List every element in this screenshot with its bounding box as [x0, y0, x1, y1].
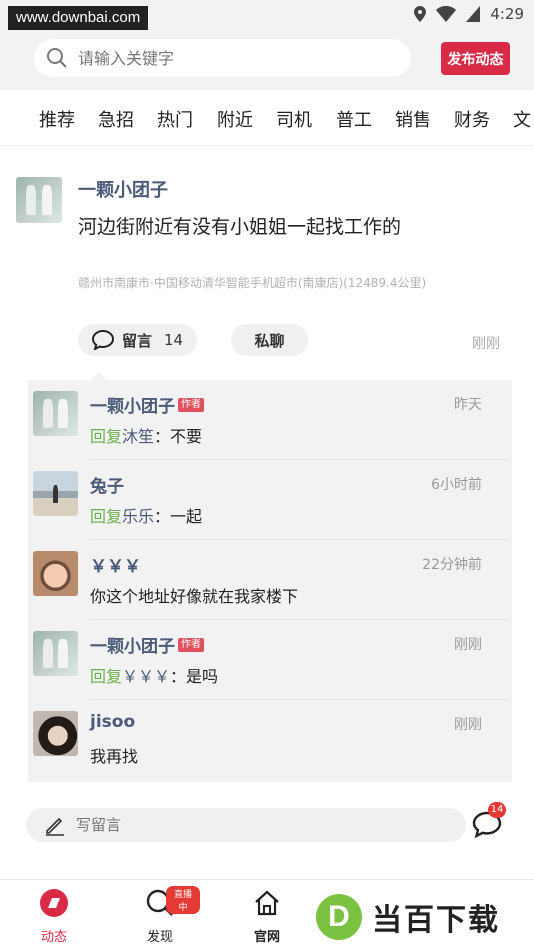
logo-text: 当百下载 [372, 903, 500, 938]
search-bar[interactable] [34, 39, 411, 77]
comment-item[interactable]: 一颗小团子 作者 回复￥￥￥：是吗 刚刚 [28, 620, 512, 700]
site-logo-overlay: D 当百下载 [312, 888, 534, 946]
home-icon [255, 890, 279, 916]
post-content: 河边街附近有没有小姐姐一起找工作的 [78, 216, 402, 238]
comment-item[interactable]: ￥￥￥ 你这个地址好像就在我家楼下 22分钟前 [28, 540, 512, 620]
comment-text: 我再找 [90, 747, 139, 766]
avatar[interactable] [33, 471, 78, 516]
message-count-badge: 14 [488, 802, 506, 818]
comment-time: 刚刚 [454, 637, 482, 653]
comment-author[interactable]: jisoo [90, 712, 135, 732]
nav-label: 发现 [146, 930, 173, 945]
comment-input[interactable] [76, 816, 270, 834]
publish-button[interactable]: 发布动态 [441, 42, 510, 75]
search-icon [47, 48, 67, 68]
feed-icon [40, 889, 68, 917]
watermark: www.downbai.com [8, 6, 149, 30]
comment-body: ：是吗 [170, 667, 219, 686]
post-location: 赣州市南康市·中国移动清华智能手机超市(南康店)(12489.4公里) [78, 276, 427, 290]
reply-prefix: 回复 [90, 667, 123, 686]
comment-text: 你这个地址好像就在我家楼下 [90, 587, 299, 606]
comment-author[interactable]: 一颗小团子 作者 [90, 392, 204, 417]
wifi-icon [436, 6, 457, 22]
reply-target[interactable]: ￥￥￥ [122, 667, 170, 686]
messages-button[interactable]: 14 [470, 802, 506, 842]
comment-author[interactable]: 兔子 [90, 472, 124, 497]
tab-recommend[interactable]: 推荐 [39, 106, 75, 132]
live-badge: 直播中 [166, 886, 200, 914]
nav-discover[interactable]: 直播中 发现 [120, 886, 200, 945]
author-badge: 作者 [178, 397, 204, 412]
logo-mark: D [316, 894, 362, 940]
comment-body: ：不要 [154, 427, 203, 446]
clock: 4:29 [490, 5, 524, 23]
author-name: 一颗小团子 [90, 397, 175, 417]
avatar[interactable] [33, 711, 78, 756]
author-name: jisoo [90, 712, 136, 732]
avatar[interactable] [33, 391, 78, 436]
post-time: 刚刚 [472, 336, 500, 352]
comment-time: 22分钟前 [422, 557, 482, 573]
author-name: ￥￥￥ [90, 557, 141, 577]
tab-hot[interactable]: 热门 [157, 106, 193, 132]
comment-time: 刚刚 [454, 717, 482, 733]
author-badge: 作者 [178, 637, 204, 652]
tab-worker[interactable]: 普工 [336, 106, 372, 132]
reply-prefix: 回复 [90, 427, 123, 446]
tab-urgent[interactable]: 急招 [98, 106, 134, 132]
nav-label: 官网 [253, 930, 280, 945]
nav-website[interactable]: 官网 [227, 888, 307, 945]
signal-icon [466, 6, 481, 22]
comment-author[interactable]: 一颗小团子 作者 [90, 632, 204, 657]
comments-list: 一颗小团子 作者 回复沐笙：不要 昨天 兔子 回复乐乐：一起 6小时前 ￥￥￥ 你… [28, 380, 512, 782]
tab-more[interactable]: 文 [513, 106, 531, 132]
comment-time: 6小时前 [431, 477, 482, 493]
header: 发布动态 [0, 32, 534, 90]
pen-icon [46, 817, 64, 836]
category-tabs: 推荐 急招 热门 附近 司机 普工 销售 财务 文 [0, 90, 534, 146]
reply-prefix: 回复 [90, 507, 123, 526]
status-bar: www.downbai.com 4:29 [0, 0, 534, 32]
nav-label: 动态 [40, 930, 67, 945]
search-input[interactable] [78, 48, 378, 68]
tab-nearby[interactable]: 附近 [217, 106, 253, 132]
status-icons: 4:29 [414, 5, 524, 23]
nav-feed[interactable]: 动态 [14, 888, 94, 945]
avatar[interactable] [33, 631, 78, 676]
comment-item[interactable]: 一颗小团子 作者 回复沐笙：不要 昨天 [28, 380, 512, 460]
tab-sales[interactable]: 销售 [395, 106, 431, 132]
author-name: 一颗小团子 [90, 637, 175, 657]
comment-time: 昨天 [454, 397, 482, 413]
tab-driver[interactable]: 司机 [276, 106, 312, 132]
comment-item[interactable]: jisoo 我再找 刚刚 [28, 700, 512, 780]
write-comment-bar[interactable] [26, 808, 466, 842]
post-author[interactable]: 一颗小团子 [78, 176, 168, 202]
comment-button[interactable]: 留言 14 [78, 324, 197, 356]
comment-author[interactable]: ￥￥￥ [90, 552, 141, 577]
private-chat-button[interactable]: 私聊 [231, 324, 308, 356]
comment-label: 留言 [121, 331, 152, 350]
comment-body: ：一起 [154, 507, 203, 526]
comment-text: 回复乐乐：一起 [90, 503, 202, 527]
tab-finance[interactable]: 财务 [454, 106, 490, 132]
author-name: 兔子 [90, 477, 124, 497]
comment-count: 14 [163, 331, 184, 349]
reply-target[interactable]: 沐笙 [122, 427, 154, 446]
reply-target[interactable]: 乐乐 [122, 507, 154, 526]
avatar[interactable] [16, 177, 62, 223]
comment-item[interactable]: 兔子 回复乐乐：一起 6小时前 [28, 460, 512, 540]
avatar[interactable] [33, 551, 78, 596]
comment-icon [91, 330, 114, 350]
location-icon [414, 6, 427, 22]
comment-text: 回复￥￥￥：是吗 [90, 663, 218, 687]
comment-text: 回复沐笙：不要 [90, 423, 202, 447]
